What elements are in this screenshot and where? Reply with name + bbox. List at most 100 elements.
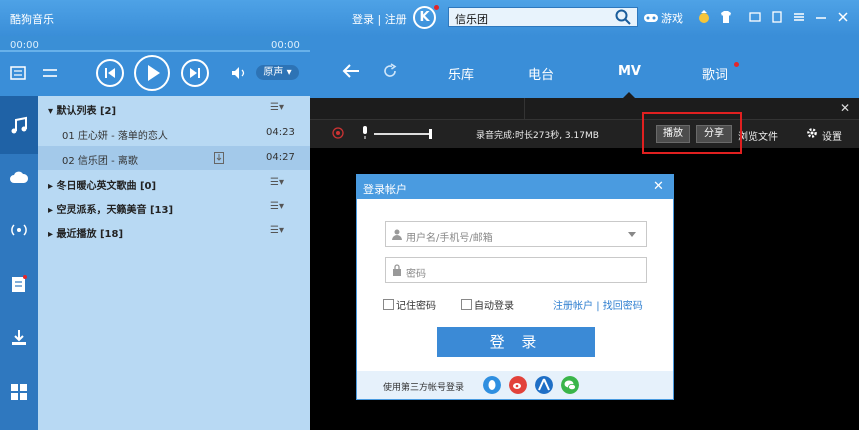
tab-library[interactable]: 乐库: [448, 64, 474, 83]
next-icon: [190, 68, 200, 78]
dialog-close-button[interactable]: ✕: [653, 179, 664, 194]
mic-volume-slider[interactable]: [374, 133, 430, 135]
auto-login-label: 自动登录: [474, 301, 514, 312]
mini-mode-icon[interactable]: [748, 10, 762, 24]
app-title: 酷狗音乐: [10, 13, 54, 26]
wechat-icon[interactable]: [561, 376, 579, 394]
auto-login-checkbox[interactable]: 自动登录: [461, 297, 514, 312]
sound-mode-dropdown[interactable]: 原声 ▾: [256, 65, 299, 80]
document-icon[interactable]: [9, 274, 29, 294]
settings-link[interactable]: 设置: [822, 128, 842, 143]
volume-icon[interactable]: [231, 66, 249, 80]
music-note-icon[interactable]: [9, 116, 29, 136]
song-label: 01 庄心妍 - 落单的恋人: [62, 131, 168, 142]
divider: [524, 98, 525, 120]
gear-icon[interactable]: [806, 127, 818, 139]
previous-icon: [105, 68, 115, 78]
cloud-icon[interactable]: [9, 168, 29, 188]
group-label: ▸ 最近播放 [18]: [48, 229, 124, 240]
games-button[interactable]: 游戏: [644, 10, 683, 26]
group-menu-icon[interactable]: ☰▾: [270, 177, 284, 188]
renren-icon[interactable]: [535, 376, 553, 394]
close-window-icon[interactable]: [836, 10, 850, 24]
record-status: 录音完成:时长273秒, 3.17MB: [476, 131, 599, 141]
record-icon[interactable]: [332, 127, 344, 139]
microphone-icon: [363, 126, 367, 139]
qq-icon[interactable]: [483, 376, 501, 394]
song-row[interactable]: 01 庄心妍 - 落单的恋人 04:23: [38, 121, 310, 145]
remember-password-label: 记住密码: [396, 301, 436, 312]
browse-files-link[interactable]: 浏览文件: [738, 128, 778, 143]
checkbox-box[interactable]: [461, 299, 472, 310]
password-field[interactable]: 密码: [385, 257, 647, 283]
search-icon[interactable]: [614, 8, 632, 26]
next-button[interactable]: [181, 59, 209, 87]
minimize-icon[interactable]: [814, 10, 828, 24]
play-order-icon[interactable]: [42, 66, 58, 80]
back-arrow-icon[interactable]: [342, 63, 360, 79]
song-duration: 04:27: [266, 152, 295, 163]
lyrics-notification-dot: [734, 62, 739, 67]
search-input[interactable]: 信乐团: [448, 7, 638, 27]
download-icon[interactable]: [9, 328, 29, 348]
annotation-highlight-box: [642, 112, 742, 154]
recover-password-link[interactable]: 找回密码: [603, 301, 643, 312]
remember-password-checkbox[interactable]: 记住密码: [383, 297, 436, 312]
password-placeholder: 密码: [406, 269, 426, 280]
tab-lyrics[interactable]: 歌词: [702, 64, 728, 83]
player-controls: 原声 ▾: [0, 52, 310, 96]
title-bar: 酷狗音乐 登录 | 注册 K 信乐团 游戏: [0, 0, 859, 36]
menu-icon[interactable]: [792, 10, 806, 24]
dialog-header: 登录帐户 ✕: [357, 175, 673, 199]
group-menu-icon[interactable]: ☰▾: [270, 201, 284, 212]
weibo-icon[interactable]: [509, 376, 527, 394]
checkbox-box[interactable]: [383, 299, 394, 310]
third-party-text: 使用第三方帐号登录: [383, 383, 465, 393]
list-group[interactable]: ▸ 最近播放 [18] ☰▾: [38, 219, 310, 243]
login-button[interactable]: 登 录: [437, 327, 595, 357]
register-link[interactable]: 注册帐户: [553, 301, 593, 312]
games-label: 游戏: [661, 12, 683, 25]
third-party-login-bar: 使用第三方帐号登录: [357, 371, 673, 399]
playlist-panel: ▾ 默认列表 [2] ☰▾ 01 庄心妍 - 落单的恋人 04:23 02 信乐…: [38, 96, 310, 430]
link-separator: |: [596, 301, 600, 312]
group-label: ▸ 空灵派系，天籁美音 [13]: [48, 205, 174, 216]
apps-grid-icon[interactable]: [9, 382, 29, 402]
account-links: 注册帐户 | 找回密码: [553, 297, 643, 312]
song-duration: 04:23: [266, 127, 295, 138]
login-dialog: 登录帐户 ✕ 用户名/手机号/邮箱 密码 记住密码 自动登录 注册帐户 | 找回…: [356, 174, 674, 400]
username-field[interactable]: 用户名/手机号/邮箱: [385, 221, 647, 247]
sidebar: [0, 96, 38, 430]
tab-mv[interactable]: MV: [618, 64, 641, 79]
shirt-icon[interactable]: [719, 10, 733, 24]
list-group[interactable]: ▸ 冬日暖心英文歌曲 [0] ☰▾: [38, 171, 310, 195]
gamepad-icon: [644, 14, 658, 22]
username-placeholder: 用户名/手机号/邮箱: [406, 233, 493, 244]
list-group[interactable]: ▸ 空灵派系，天籁美音 [13] ☰▾: [38, 195, 310, 219]
group-menu-icon[interactable]: ☰▾: [270, 225, 284, 236]
refresh-icon[interactable]: [382, 63, 398, 79]
play-button[interactable]: [134, 55, 170, 91]
group-label: ▾ 默认列表 [2]: [48, 106, 117, 117]
lock-icon: [393, 264, 401, 276]
group-label: ▸ 冬日暖心英文歌曲 [0]: [48, 181, 157, 192]
group-menu-icon[interactable]: ☰▾: [270, 102, 284, 113]
list-group[interactable]: ▾ 默认列表 [2] ☰▾: [38, 96, 310, 120]
radio-broadcast-icon[interactable]: [9, 220, 29, 240]
user-icon: [392, 229, 402, 240]
mobile-icon[interactable]: [770, 10, 784, 24]
k-logo-icon[interactable]: K: [413, 6, 436, 29]
playlist-mode-icon[interactable]: [10, 65, 26, 81]
song-row-selected[interactable]: 02 信乐团 - 离歌 04:27: [38, 146, 310, 170]
notification-dot: [434, 5, 439, 10]
mv-close-button[interactable]: ✕: [840, 101, 850, 115]
mic-volume-handle[interactable]: [429, 129, 432, 139]
song-label: 02 信乐团 - 离歌: [62, 156, 138, 167]
chevron-down-icon[interactable]: [628, 232, 636, 237]
tab-radio[interactable]: 电台: [528, 64, 554, 83]
skin-badge-icon[interactable]: [697, 10, 711, 24]
previous-button[interactable]: [96, 59, 124, 87]
play-icon: [148, 65, 160, 81]
download-small-icon[interactable]: [214, 152, 224, 164]
login-register-link[interactable]: 登录 | 注册: [352, 11, 407, 27]
